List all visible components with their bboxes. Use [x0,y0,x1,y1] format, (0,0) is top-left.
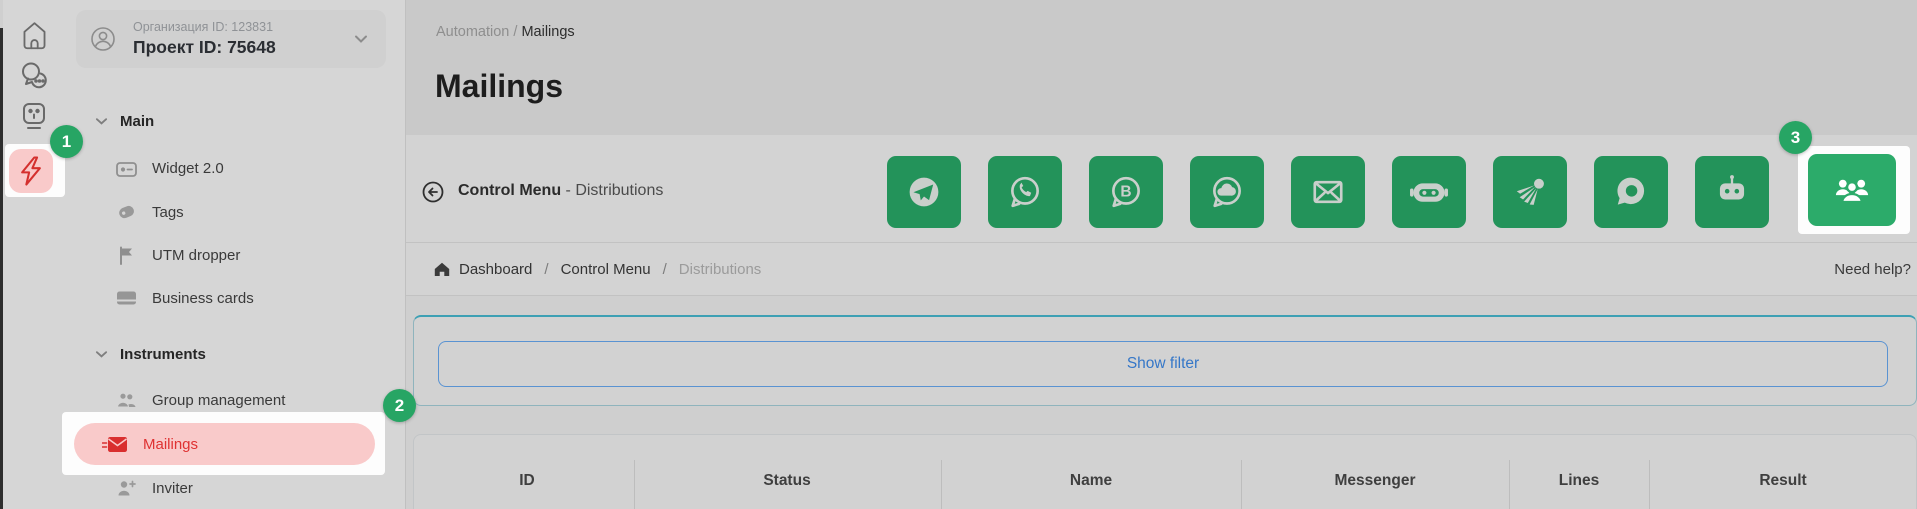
shuttlecock-icon [1516,178,1544,205]
column-header-status: Status [763,472,811,489]
chat-ring-icon [1617,177,1645,205]
mailings-table: ID Status Name Messenger Lines Result [413,434,1917,509]
messenger-whatsapp-tile[interactable] [988,156,1062,228]
control-menu-bar: Control Menu - Distributions B [406,135,1917,242]
group-icon [115,391,137,409]
whatsapp-icon [1011,176,1039,208]
chevron-down-icon [95,117,108,125]
sidebar-item-label: Inviter [152,479,193,497]
column-divider [1241,460,1242,509]
sidebar-item-label: UTM dropper [152,246,241,264]
breadcrumb-bar: Dashboard / Control Menu / Distributions… [406,242,1917,296]
sidebar-section-main[interactable]: Main [62,104,405,138]
column-header-lines: Lines [1558,472,1600,489]
credit-card-icon [115,290,137,306]
chat-cloud-icon [1213,176,1241,208]
person-add-icon [115,479,137,497]
breadcrumb-separator: / [544,260,549,278]
messenger-whatsapp-business-tile[interactable]: B [1089,156,1163,228]
chevron-down-icon [95,350,108,358]
column-divider [634,460,635,509]
bot-head-icon [1410,183,1448,202]
email-icon [1313,180,1343,204]
telegram-icon [909,177,939,207]
need-help-link[interactable]: Need help? [1834,243,1911,295]
sidebar-section-instruments[interactable]: Instruments [62,337,405,371]
arrow-left-circle-icon [422,181,444,203]
messenger-chat-cloud-tile[interactable] [1190,156,1264,228]
project-selector[interactable]: Организация ID: 123831 Проект ID: 75648 [76,10,386,68]
breadcrumb-parent[interactable]: Automation [436,24,509,40]
control-menu-title-main: Control Menu [458,182,562,199]
back-button[interactable] [422,181,444,203]
breadcrumb-current: Mailings [521,24,575,40]
lightning-icon [21,156,41,186]
step-badge-2: 2 [383,389,416,422]
step-badge-1: 1 [50,125,83,158]
column-header-result: Result [1759,472,1807,489]
spotlight-step3 [1798,146,1910,234]
organization-id-label: Организация ID: 123831 [133,20,274,34]
messenger-email-tile[interactable] [1291,156,1365,228]
column-header-id: ID [519,472,535,489]
sidebar-item-label: Business cards [152,289,254,307]
sidebar-item-utm-dropper[interactable]: UTM dropper [62,238,405,272]
robot-icon [1719,175,1745,200]
groups-icon [1835,179,1869,204]
project-id-label: Проект ID: 75648 [133,37,276,57]
show-filter-button[interactable]: Show filter [438,341,1888,387]
sidebar-item-label: Group management [152,391,286,409]
filter-card: Show filter [413,315,1917,406]
control-menu-title-sub: - Distributions [565,182,664,199]
svg-text:B: B [1120,184,1131,201]
tag-icon [115,203,137,221]
spotlight-step2: Mailings [62,412,385,475]
flag-icon [115,246,137,265]
whatsapp-business-icon: B [1112,176,1140,208]
assistant-nav-button[interactable] [17,99,51,133]
column-divider [941,460,942,509]
page-title: Mailings [435,68,564,104]
sidebar-item-tags[interactable]: Tags [62,195,405,229]
sidebar-item-label: Mailings [143,435,199,453]
page-header: Automation / Mailings Mailings [406,0,1917,135]
breadcrumb-separator: / [662,260,667,278]
home-nav-button[interactable] [17,18,51,52]
control-menu-title: Control Menu - Distributions [458,182,663,200]
messenger-telegram-tile[interactable] [887,156,961,228]
sidebar-item-inviter[interactable]: Inviter [62,471,405,505]
chevron-down-icon [355,35,367,43]
home-icon [23,21,45,49]
mailings-page: Организация ID: 123831 Проект ID: 75648 … [0,0,1917,509]
section-label: Instruments [120,345,206,363]
messenger-groups-tile[interactable] [1808,154,1896,226]
breadcrumb: Automation / Mailings [436,24,575,40]
messenger-shuttlecock-tile[interactable] [1493,156,1567,228]
sidebar-item-label: Widget 2.0 [152,159,224,177]
widget-bot-icon [23,103,45,129]
home-icon [434,262,450,276]
account-circle-icon [91,27,115,51]
step-badge-3: 3 [1779,121,1812,154]
breadcrumb-trail: Dashboard / Control Menu / Distributions [434,243,761,295]
section-label: Main [120,112,155,130]
dialogs-icon [22,62,47,89]
breadcrumb-control-menu[interactable]: Control Menu [561,261,651,278]
column-header-messenger: Messenger [1334,472,1416,489]
sidebar-item-business-cards[interactable]: Business cards [62,281,405,315]
messenger-chat-ring-tile[interactable] [1594,156,1668,228]
icon-rail [3,0,62,509]
widget-icon [115,160,137,177]
sidebar-item-widget[interactable]: Widget 2.0 [62,151,405,185]
messenger-bot-head-tile[interactable] [1392,156,1466,228]
sidebar-item-label: Tags [152,203,184,221]
automation-nav-button[interactable] [9,149,53,193]
messenger-robot-tile[interactable] [1695,156,1769,228]
breadcrumb-dashboard[interactable]: Dashboard [459,261,532,278]
dialogs-nav-button[interactable] [17,58,51,92]
breadcrumb-distributions: Distributions [678,260,762,278]
column-header-name: Name [1069,472,1113,489]
sidebar-item-mailings[interactable]: Mailings [74,423,375,465]
mail-send-icon [102,436,127,452]
